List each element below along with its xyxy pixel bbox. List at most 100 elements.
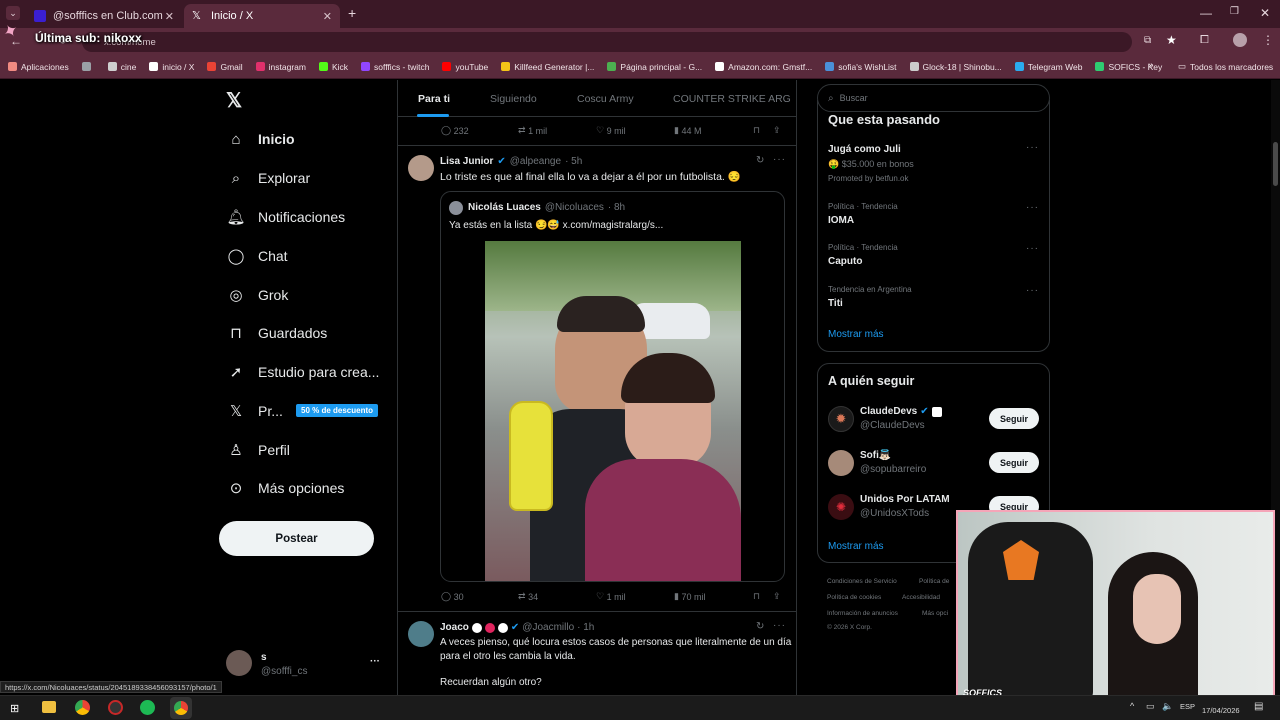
tweet-more-icon[interactable]: ··· [773,154,786,165]
bookmark-item[interactable]: Telegram Web [1014,62,1082,72]
post-button[interactable]: Postear [219,521,374,556]
tweet-time[interactable]: · 5h [565,156,582,167]
account-more-icon[interactable]: ··· [370,656,380,667]
bookmark-item[interactable]: sofia's WishList [825,62,897,72]
nav-item-chat[interactable]: ◯ Chat [226,241,288,271]
follow-show-more-link[interactable]: Mostrar más [828,541,884,552]
star-bookmark-icon[interactable]: ★ [1166,33,1177,47]
follow-suggestion[interactable]: Sofi👼🏻 @sopubarreiro Seguir [818,448,1051,488]
views-button[interactable]: ▮ 70 mil [674,591,705,602]
account-switcher[interactable]: s @sofffi_cs ··· [226,650,386,682]
footer-link-terms[interactable]: Condiciones de Servicio [827,578,897,585]
bookmark-item[interactable] [81,62,95,71]
nav-item-notificaciones[interactable]: 🔔︎ Notificaciones [226,202,345,232]
tab-counter-strike-arg[interactable]: COUNTER STRIKE ARG [673,93,791,105]
taskbar-date[interactable]: 17/04/2026 [1202,706,1240,715]
nav-item-más-opciones[interactable]: ⊙ Más opciones [226,473,345,503]
minimize-icon[interactable]: — [1200,6,1212,20]
address-field[interactable]: x.com/home [82,32,1132,52]
like-button[interactable]: ♡ 9 mil [596,125,626,136]
tweet-author-name[interactable]: Joaco [440,622,469,633]
nav-item-grok[interactable]: ◎ Grok [226,280,288,310]
footer-link-ads-info[interactable]: Información de anuncios [827,610,898,617]
quoted-tweet[interactable]: Nicolás Luaces @Nicoluaces · 8h Ya estás… [440,191,785,582]
file-explorer-icon[interactable] [42,701,56,713]
bookmark-item[interactable]: inicio / X [149,62,194,72]
bookmark-item[interactable]: youTube [442,62,488,72]
tweet[interactable]: Joaco ✔ @Joacmillo · 1h ↻ ··· A veces pi… [398,613,796,695]
notifications-icon[interactable]: ▤ [1254,701,1263,712]
follow-button[interactable]: Seguir [989,408,1039,429]
bookmark-item[interactable]: Glock-18 | Shinobu... [909,62,1002,72]
close-tab-icon[interactable]: ✕ [165,10,174,23]
tab-x-home[interactable]: 𝕏 Inicio / X ✕ [184,4,340,28]
footer-link-more[interactable]: Más opci [922,610,948,617]
tab-club[interactable]: @sofffics en Club.com ✕ [26,4,182,28]
nav-item-pr[interactable]: 𝕏 Pr... [226,396,283,426]
follow-button[interactable]: Seguir [989,452,1039,473]
bookmark-icon[interactable]: ⊓ [753,591,760,602]
more-bookmarks-button[interactable]: » [1148,60,1154,71]
chrome-icon[interactable] [75,700,90,715]
bookmark-item[interactable]: Amazon.com: Gmstf... [715,62,812,72]
tray-chevron-icon[interactable]: ^ [1130,701,1134,711]
x-logo-icon[interactable]: 𝕏 [226,88,242,113]
tweet-time[interactable]: · 1h [577,622,594,633]
trend-item[interactable]: Política · Tendencia Caputo ··· [818,241,1051,273]
tweet[interactable]: Lisa Junior ✔ @alpeange · 5h ↻ ··· Lo tr… [398,147,796,612]
windows-start-icon[interactable]: ⊞ [10,702,19,715]
nav-item-guardados[interactable]: ⊓ Guardados [226,318,327,348]
profile-avatar[interactable] [1233,33,1247,47]
quoted-tweet-photo[interactable] [485,241,741,581]
tweet-author-handle[interactable]: @alpeange [510,156,561,167]
bookmark-item[interactable]: Gmail [207,62,243,72]
nav-item-perfil[interactable]: ♙ Perfil [226,435,290,465]
bookmark-item[interactable]: Kick [318,62,348,72]
active-chrome-icon[interactable] [170,697,192,719]
volume-icon[interactable]: 🔈 [1162,701,1173,712]
browser-menu-icon[interactable]: ⋮ [1262,33,1274,47]
nav-item-explorar[interactable]: ⌕ Explorar [226,163,310,193]
repost-button[interactable]: ⇄ 34 [518,591,538,602]
trend-more-icon[interactable]: ··· [1026,142,1039,153]
tweet-author-handle[interactable]: @Joacmillo [522,622,574,633]
bookmark-item[interactable]: Aplicaciones [8,62,69,72]
tab-siguiendo[interactable]: Siguiendo [490,93,537,105]
bookmark-icon[interactable]: ⊓ [753,125,760,136]
grok-explain-icon[interactable]: ↻ [756,621,764,632]
bookmark-item[interactable]: cine [107,62,136,72]
bookmark-item[interactable]: Killfeed Generator |... [501,62,594,72]
footer-link-cookies[interactable]: Política de cookies [827,594,881,601]
nav-item-estudio-para-crea[interactable]: ➚ Estudio para crea... [226,357,380,387]
all-bookmarks-folder[interactable]: ▭ Todos los marcadores [1178,61,1273,72]
follow-suggestion[interactable]: ✹ ClaudeDevs ✔ @ClaudeDevs Seguir [818,404,1051,444]
scrollbar-thumb[interactable] [1273,142,1278,186]
grok-explain-icon[interactable]: ↻ [756,155,764,166]
tab-para-ti[interactable]: Para ti [418,93,450,105]
repost-button[interactable]: ⇄ 1 mil [518,125,547,136]
new-tab-button[interactable]: + [348,5,356,21]
close-tab-icon[interactable]: ✕ [323,10,332,23]
footer-link-accessibility[interactable]: Accesibilidad [902,594,940,601]
bookmark-item[interactable]: instagram [255,62,306,72]
like-button[interactable]: ♡ 1 mil [596,591,626,602]
trend-item[interactable]: Jugá como Juli 🤑 $35.000 en bonos Promot… [818,142,1051,188]
trends-show-more-link[interactable]: Mostrar más [828,329,884,340]
views-button[interactable]: ▮ 44 M [674,125,701,136]
restore-icon[interactable]: ❐ [1230,6,1239,17]
network-icon[interactable]: ▭ [1146,701,1155,712]
share-icon[interactable]: ⇪ [773,591,781,602]
spotify-icon[interactable] [140,700,155,715]
footer-link-privacy[interactable]: Política de [919,578,949,585]
trend-more-icon[interactable]: ··· [1026,285,1039,296]
trend-more-icon[interactable]: ··· [1026,243,1039,254]
reply-button[interactable]: ◯ 232 [441,125,469,136]
trend-more-icon[interactable]: ··· [1026,202,1039,213]
tab-coscu-army[interactable]: Coscu Army [577,93,634,105]
close-window-icon[interactable]: ✕ [1260,6,1270,20]
trend-item[interactable]: Tendencia en Argentina Titi ··· [818,283,1051,315]
trend-item[interactable]: Política · Tendencia IOMA ··· [818,200,1051,232]
obs-icon[interactable] [108,700,123,715]
tweet-author-avatar[interactable] [408,621,434,647]
bookmark-item[interactable]: Página principal - G... [607,62,702,72]
